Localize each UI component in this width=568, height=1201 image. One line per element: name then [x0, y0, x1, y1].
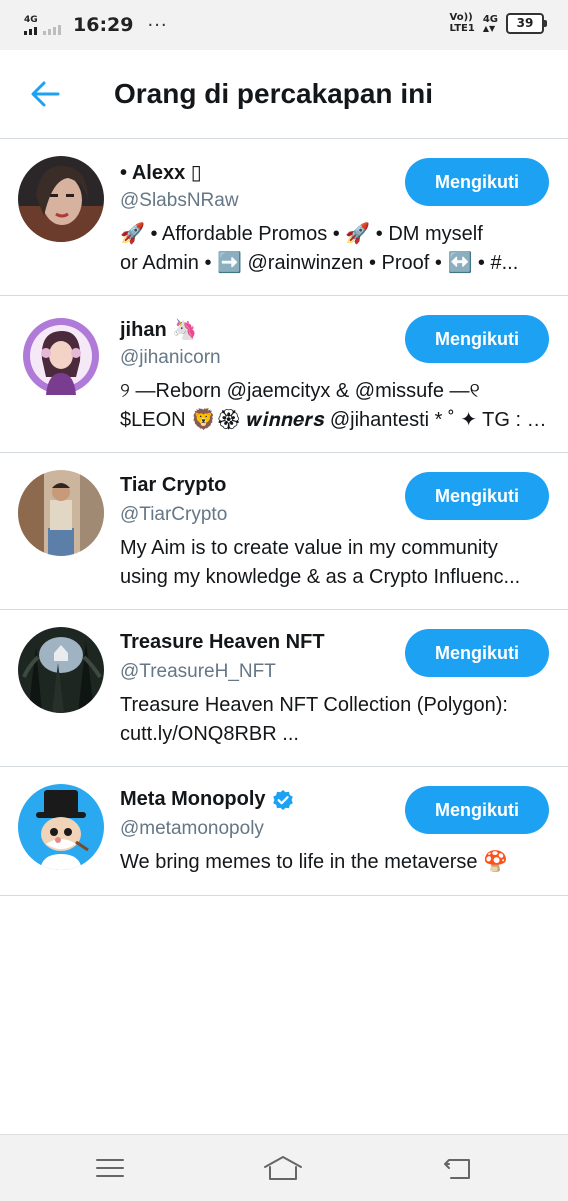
bio-line: $LEON 🦁🏵 𝒘𝒊𝒏𝒏𝒆𝒓𝒔 @jihantesti * ˚ ✦ TG : …: [120, 409, 550, 431]
user-bio: My Aim is to create value in my communit…: [120, 534, 550, 592]
battery-level: 39: [516, 16, 534, 30]
following-button[interactable]: Mengikuti: [405, 786, 549, 834]
system-nav-bar: [0, 1134, 568, 1201]
verified-badge-icon: [272, 789, 294, 811]
network-right-indicator: 4G ▲▼: [482, 13, 498, 33]
user-name: jihan 🦄: [120, 319, 198, 341]
user-row[interactable]: Tiar Crypto @TiarCrypto My Aim is to cre…: [0, 453, 568, 610]
bio-line: ୨ ―Reborn @jaemcityx & @missufe ―୧: [120, 380, 480, 402]
user-bio: Treasure Heaven NFT Collection (Polygon)…: [120, 691, 550, 749]
bio-line: using my knowledge & as a Crypto Influen…: [120, 566, 521, 588]
user-row[interactable]: • Alexx ▯ @SlabsNRaw 🚀 • Affordable Prom…: [0, 139, 568, 296]
header: Orang di percakapan ini: [0, 50, 568, 139]
avatar[interactable]: [18, 784, 104, 870]
following-button[interactable]: Mengikuti: [405, 158, 549, 206]
following-button[interactable]: Mengikuti: [405, 472, 549, 520]
user-handle: @metamonopoly: [120, 818, 264, 839]
bio-line: My Aim is to create value in my communit…: [120, 537, 498, 559]
bio-line: 🚀 • Affordable Promos • 🚀 • DM myself: [120, 223, 483, 245]
volte-indicator: Vo)) LTE1: [449, 12, 475, 34]
return-icon: [444, 1159, 470, 1179]
user-list: • Alexx ▯ @SlabsNRaw 🚀 • Affordable Prom…: [0, 139, 568, 896]
bio-line: cutt.ly/ONQ8RBR ...: [120, 723, 299, 745]
user-row[interactable]: jihan 🦄 @jihanicorn ୨ ―Reborn @jaemcityx…: [0, 296, 568, 453]
user-name: Tiar Crypto: [120, 474, 227, 496]
user-bio: 🚀 • Affordable Promos • 🚀 • DM myself or…: [120, 220, 550, 278]
home-button[interactable]: [263, 1153, 303, 1183]
bio-line: We bring memes to life in the metaverse …: [120, 851, 509, 873]
signal-icon: 4G: [24, 14, 61, 35]
user-row[interactable]: Treasure Heaven NFT @TreasureH_NFT Treas…: [0, 610, 568, 767]
following-button[interactable]: Mengikuti: [405, 629, 549, 677]
bio-line: or Admin • ➡️ @rainwinzen • Proof • ↔️ •…: [120, 252, 519, 274]
battery-icon: 39: [506, 12, 547, 34]
more-notifications-icon: ···: [147, 14, 168, 36]
back-button[interactable]: [22, 74, 68, 114]
avatar[interactable]: [18, 313, 104, 399]
user-name: Meta Monopoly: [120, 788, 266, 810]
user-bio: We bring memes to life in the metaverse …: [120, 848, 550, 877]
user-name: Treasure Heaven NFT: [120, 631, 325, 653]
bio-line: Treasure Heaven NFT Collection (Polygon)…: [120, 694, 508, 716]
menu-button[interactable]: [90, 1153, 130, 1183]
return-button[interactable]: [436, 1153, 476, 1183]
user-handle: @TiarCrypto: [120, 504, 228, 525]
home-icon: [264, 1156, 302, 1180]
avatar[interactable]: [18, 156, 104, 242]
clock: 16:29: [73, 14, 134, 36]
user-name: • Alexx ▯: [120, 162, 202, 184]
arrow-left-icon: [31, 81, 60, 107]
user-handle: @jihanicorn: [120, 347, 221, 368]
menu-icon: [96, 1159, 124, 1177]
user-bio: ୨ ―Reborn @jaemcityx & @missufe ―୧ $LEON…: [120, 377, 550, 435]
network-type: 4G: [24, 14, 38, 25]
user-handle: @SlabsNRaw: [120, 190, 239, 211]
page-title: Orang di percakapan ini: [114, 78, 433, 109]
avatar[interactable]: [18, 627, 104, 713]
user-handle: @TreasureH_NFT: [120, 661, 276, 682]
following-button[interactable]: Mengikuti: [405, 315, 549, 363]
status-bar: 4G 16:29 ··· Vo)) LTE1 4G ▲▼ 39: [0, 0, 568, 50]
avatar[interactable]: [18, 470, 104, 556]
user-row[interactable]: Meta Monopoly @metamonopoly We bring mem…: [0, 767, 568, 896]
